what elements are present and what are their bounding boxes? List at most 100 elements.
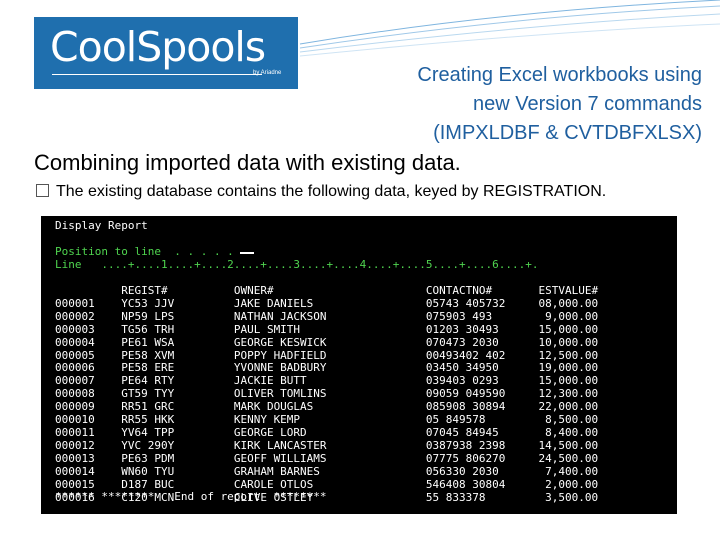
row-regist: WN60 TYU: [121, 464, 234, 478]
row-contact: 039403 0293: [425, 374, 519, 388]
logo-text: CoolSpools: [50, 23, 266, 71]
row-estvalue: 12,500.00: [518, 348, 599, 362]
row-estvalue: 15,000.00: [518, 374, 599, 388]
row-line-number: 000014: [55, 464, 122, 478]
row-contact: 056330 2030: [425, 464, 519, 478]
terminal-header-lines: Position to line . . . . . Line ....+...…: [55, 245, 539, 272]
row-estvalue: 8,500.00: [518, 413, 599, 427]
report-row: 000014 WN60 TYU GRAHAM BARNES 056330 203…: [55, 465, 598, 478]
row-line-number: 000011: [55, 425, 122, 439]
column-ruler: Line ....+....1....+....2....+....3....+…: [55, 257, 539, 271]
row-line-number: 000015: [55, 477, 122, 491]
row-contact: 085908 30894: [425, 400, 519, 414]
row-owner: GEORGE KESWICK: [233, 335, 426, 349]
report-row: 000012 YVC 290Y KIRK LANCASTER 0387938 2…: [55, 439, 598, 452]
row-owner: GEORGE LORD: [233, 425, 426, 439]
report-table: REGIST# OWNER# CONTACTNO# ESTVALUE# 0000…: [55, 284, 599, 504]
row-line-number: 000003: [55, 322, 122, 336]
row-regist: PE64 RTY: [121, 374, 234, 388]
header-owner: OWNER#: [233, 284, 426, 297]
logo-underline: [52, 74, 262, 75]
report-header-row: REGIST# OWNER# CONTACTNO# ESTVALUE#: [55, 284, 598, 297]
row-contact: 00493402 402: [425, 348, 519, 362]
row-owner: NATHAN JACKSON: [233, 309, 426, 323]
position-to-line-label: Position to line . . . . .: [55, 245, 234, 258]
row-regist: PE58 ERE: [121, 361, 234, 375]
row-line-number: 000008: [55, 387, 122, 401]
row-owner: JACKIE BUTT: [233, 374, 426, 388]
header-estvalue: ESTVALUE#: [518, 284, 599, 297]
row-estvalue: 15,000.00: [518, 322, 599, 336]
row-line-number: 000009: [55, 400, 122, 414]
row-owner: KIRK LANCASTER: [233, 438, 426, 452]
row-contact: 55 833378: [425, 490, 519, 504]
end-of-report: ****** ******** End of report ********: [55, 490, 327, 504]
report-row: 000002 NP59 LPS NATHAN JACKSON 075903 49…: [55, 310, 598, 323]
bullet-text: The existing database contains the follo…: [56, 183, 607, 200]
row-line-number: 000004: [55, 335, 122, 349]
row-regist: RR51 GRC: [121, 400, 234, 414]
row-line-number: 000002: [55, 309, 122, 323]
row-estvalue: 2,000.00: [518, 477, 599, 491]
terminal-title-text: Display Report: [55, 219, 148, 232]
row-line-number: 000006: [55, 361, 122, 375]
row-estvalue: 14,500.00: [518, 438, 599, 452]
coolspools-logo: CoolSpools by Ariadne: [34, 17, 298, 89]
row-contact: 546408 30804: [425, 477, 519, 491]
terminal-display-report: Display Report Position to line . . . . …: [41, 216, 677, 514]
row-owner: JAKE DANIELS: [233, 296, 426, 310]
row-line-number: 000005: [55, 348, 122, 362]
report-row: 000009 RR51 GRC MARK DOUGLAS 085908 3089…: [55, 400, 598, 413]
row-contact: 05743 405732: [425, 296, 519, 310]
row-contact: 09059 049590: [425, 387, 519, 401]
row-owner: PAUL SMITH: [233, 322, 426, 336]
row-owner: GEOFF WILLIAMS: [233, 451, 426, 465]
row-contact: 05 849578: [425, 413, 519, 427]
row-owner: KENNY KEMP: [233, 413, 426, 427]
row-estvalue: 10,000.00: [518, 335, 599, 349]
row-regist: PE61 WSA: [121, 335, 234, 349]
report-row: 000006 PE58 ERE YVONNE BADBURY 03450 349…: [55, 361, 598, 374]
header-regist: REGIST#: [121, 284, 234, 297]
position-input-cursor[interactable]: [239, 252, 254, 254]
row-line-number: 000012: [55, 438, 122, 452]
row-regist: NP59 LPS: [121, 309, 234, 323]
report-row: 000010 RR55 HKK KENNY KEMP 05 849578 8,5…: [55, 413, 598, 426]
row-estvalue: 19,000.00: [518, 361, 599, 375]
row-regist: GT59 TYY: [121, 387, 234, 401]
row-contact: 075903 493: [425, 309, 519, 323]
row-estvalue: 9,000.00: [518, 309, 599, 323]
row-regist: YV64 TPP: [121, 425, 234, 439]
row-line-number: 000013: [55, 451, 122, 465]
report-row: 000001 YC53 JJV JAKE DANIELS 05743 40573…: [55, 297, 598, 310]
row-owner: YVONNE BADBURY: [233, 361, 426, 375]
row-regist: PE63 PDM: [121, 451, 234, 465]
report-row: 000011 YV64 TPP GEORGE LORD 07045 84945 …: [55, 426, 598, 439]
report-row: 000004 PE61 WSA GEORGE KESWICK 070473 20…: [55, 336, 598, 349]
row-owner: CAROLE OTLOS: [233, 477, 426, 491]
slide-subtitle: Combining imported data with existing da…: [34, 150, 461, 175]
row-line-number: 000001: [55, 296, 122, 310]
row-owner: OLIVER TOMLINS: [233, 387, 426, 401]
row-regist: D187 BUC: [121, 477, 234, 491]
report-row: 000013 PE63 PDM GEOFF WILLIAMS 07775 806…: [55, 452, 598, 465]
row-line-number: 000010: [55, 413, 122, 427]
row-regist: YC53 JJV: [121, 296, 234, 310]
row-owner: POPPY HADFIELD: [233, 348, 426, 362]
row-estvalue: 24,500.00: [518, 451, 599, 465]
row-contact: 070473 2030: [425, 335, 519, 349]
row-contact: 0387938 2398: [425, 438, 519, 452]
logo-by-text: by Ariadne: [253, 70, 282, 76]
header-contact: CONTACTNO#: [425, 284, 519, 297]
row-estvalue: 3,500.00: [518, 490, 599, 504]
terminal-title: Display Report: [55, 219, 148, 233]
row-owner: GRAHAM BARNES: [233, 464, 426, 478]
row-owner: MARK DOUGLAS: [233, 400, 426, 414]
report-row: 000005 PE58 XVM POPPY HADFIELD 00493402 …: [55, 349, 598, 362]
slide-title: Creating Excel workbooks using new Versi…: [417, 64, 702, 144]
row-regist: TG56 TRH: [121, 322, 234, 336]
report-row: 000003 TG56 TRH PAUL SMITH 01203 30493 1…: [55, 323, 598, 336]
row-line-number: 000007: [55, 374, 122, 388]
end-of-report-text: ****** ******** End of report ********: [55, 490, 327, 503]
row-estvalue: 8,400.00: [518, 425, 599, 439]
